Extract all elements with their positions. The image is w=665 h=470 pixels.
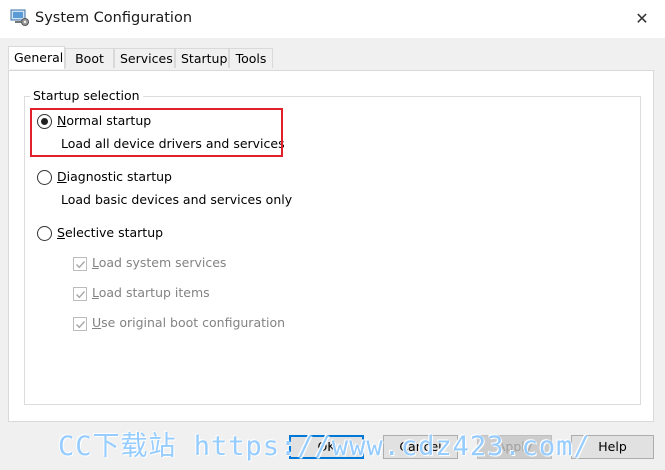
- checkmark-icon[interactable]: [73, 287, 87, 301]
- radio-selected-icon[interactable]: [37, 114, 52, 129]
- close-icon[interactable]: ✕: [619, 0, 665, 38]
- selective-startup-label: Selective startup: [57, 225, 164, 240]
- radio-unselected-icon[interactable]: [37, 170, 52, 185]
- title-bar: System Configuration ✕: [0, 0, 665, 38]
- tab-tools[interactable]: Tools: [229, 48, 273, 68]
- tab-general[interactable]: General: [8, 46, 65, 69]
- use-original-boot-config-label: Use original boot configuration: [92, 315, 286, 330]
- cancel-button[interactable]: Cancel: [383, 435, 458, 459]
- load-startup-items-label: Load startup items: [92, 285, 210, 300]
- tab-services[interactable]: Services: [114, 48, 175, 68]
- normal-startup-description: Load all device drivers and services: [61, 136, 285, 151]
- window-title: System Configuration: [35, 10, 193, 26]
- help-button[interactable]: Help: [571, 435, 654, 459]
- checkmark-icon[interactable]: [73, 257, 87, 271]
- tab-boot[interactable]: Boot: [65, 48, 114, 68]
- ok-button[interactable]: OK: [289, 435, 364, 459]
- startup-selection-title: Startup selection: [30, 88, 143, 103]
- load-system-services-label: Load system services: [92, 255, 227, 270]
- checkmark-icon[interactable]: [73, 317, 87, 331]
- normal-startup-label: Normal startup: [57, 113, 152, 128]
- diagnostic-startup-label: Diagnostic startup: [57, 169, 172, 184]
- radio-unselected-icon[interactable]: [37, 226, 52, 241]
- apply-button[interactable]: Apply: [477, 435, 552, 459]
- diagnostic-startup-description: Load basic devices and services only: [61, 192, 293, 207]
- msconfig-app-icon: [10, 9, 30, 27]
- tab-startup[interactable]: Startup: [175, 48, 229, 68]
